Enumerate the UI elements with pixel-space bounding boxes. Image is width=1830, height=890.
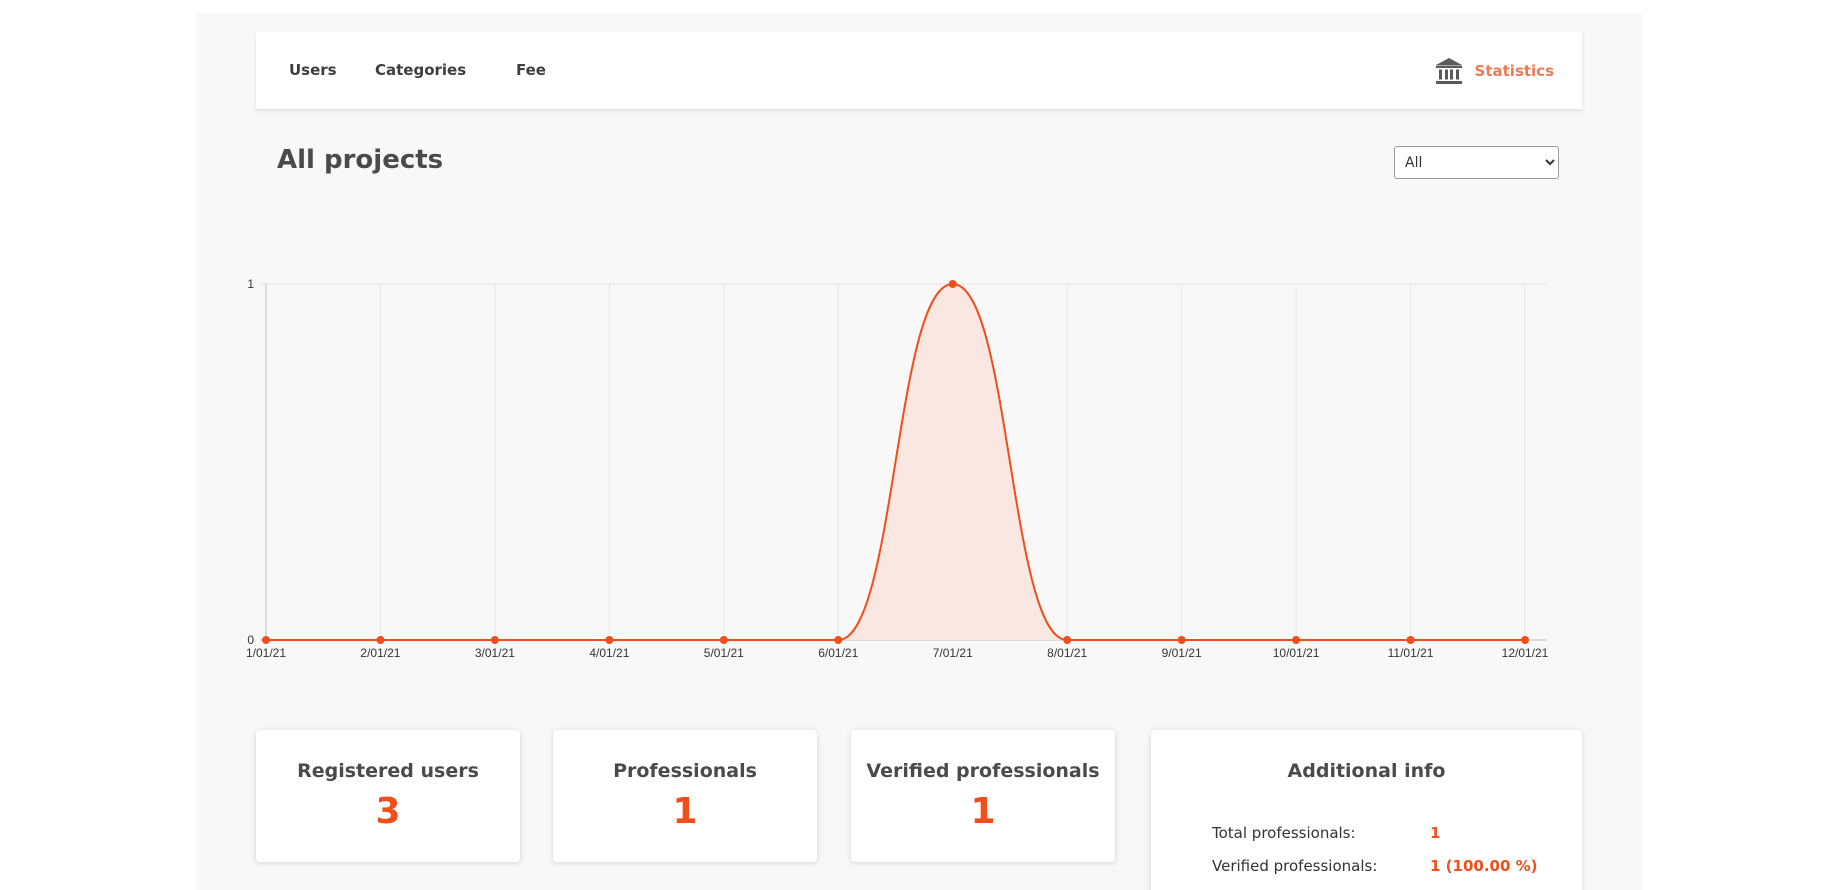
nav-statistics-link[interactable]: Statistics (1435, 32, 1554, 109)
total-professionals-value: 1 (1430, 824, 1441, 842)
data-point (1292, 636, 1301, 644)
projects-area-chart: 011/01/21 2/01/21 3/01/21 4/01/21 5/01/21 6/0… (246, 277, 1549, 660)
data-point (1521, 636, 1529, 644)
page-title: All projects (277, 145, 444, 175)
bank-icon (1435, 57, 1462, 84)
x-tick-label: 12/01/21 (1502, 646, 1549, 660)
additional-info-title: Additional info (1287, 760, 1446, 782)
x-tick-label: 6/01/21 (818, 646, 858, 660)
x-tick-label: 3/01/21 (475, 646, 515, 660)
total-professionals-row: Total professionals: 1 (1212, 824, 1440, 842)
x-tick-label: 9/01/21 (1162, 646, 1202, 660)
additional-info-card: Additional info Total professionals: 1 Ve… (1151, 730, 1582, 890)
top-nav: Users Categories Fee Statistics (256, 32, 1582, 109)
project-filter-select[interactable]: All (1394, 146, 1559, 179)
verified-professionals-card: Verified professionals 1 (851, 730, 1115, 862)
professionals-title: Professionals (613, 760, 757, 782)
nav-categories-link[interactable]: Categories (375, 32, 466, 109)
registered-users-card: Registered users 3 (256, 730, 520, 862)
verified-professionals-info-value: 1 (100.00 %) (1430, 857, 1538, 875)
data-point (834, 636, 843, 644)
data-point (376, 636, 385, 644)
x-tick-label: 1/01/21 (246, 646, 286, 660)
total-professionals-label: Total professionals: (1212, 824, 1356, 842)
data-point (719, 636, 728, 644)
x-tick-label: 7/01/21 (933, 646, 973, 660)
nav-fee-link[interactable]: Fee (516, 32, 546, 109)
data-point (1177, 636, 1186, 644)
y-tick-label: 0 (247, 633, 254, 647)
x-tick-label: 5/01/21 (704, 646, 744, 660)
x-tick-label: 10/01/21 (1273, 646, 1320, 660)
data-point (1406, 636, 1415, 644)
x-tick-label: 8/01/21 (1047, 646, 1087, 660)
page-container: Users Categories Fee Statistics All proj… (196, 13, 1642, 890)
x-tick-label: 4/01/21 (589, 646, 629, 660)
y-tick-label: 1 (247, 277, 254, 291)
data-point (490, 636, 499, 644)
professionals-value: 1 (672, 791, 698, 832)
data-point (948, 280, 957, 288)
data-point (1063, 636, 1072, 644)
verified-professionals-title: Verified professionals (866, 760, 1100, 782)
registered-users-value: 3 (375, 791, 401, 832)
verified-professionals-value: 1 (970, 791, 996, 832)
nav-users-link[interactable]: Users (289, 32, 337, 109)
verified-professionals-label: Verified professionals: (1212, 857, 1378, 875)
data-point (262, 636, 270, 644)
professionals-card: Professionals 1 (553, 730, 817, 862)
data-point (605, 636, 614, 644)
registered-users-title: Registered users (297, 760, 479, 782)
x-tick-label: 2/01/21 (360, 646, 400, 660)
nav-statistics-label: Statistics (1474, 61, 1554, 80)
x-tick-label: 11/01/21 (1388, 646, 1434, 660)
verified-professionals-row: Verified professionals: 1 (100.00 %) (1212, 857, 1538, 875)
